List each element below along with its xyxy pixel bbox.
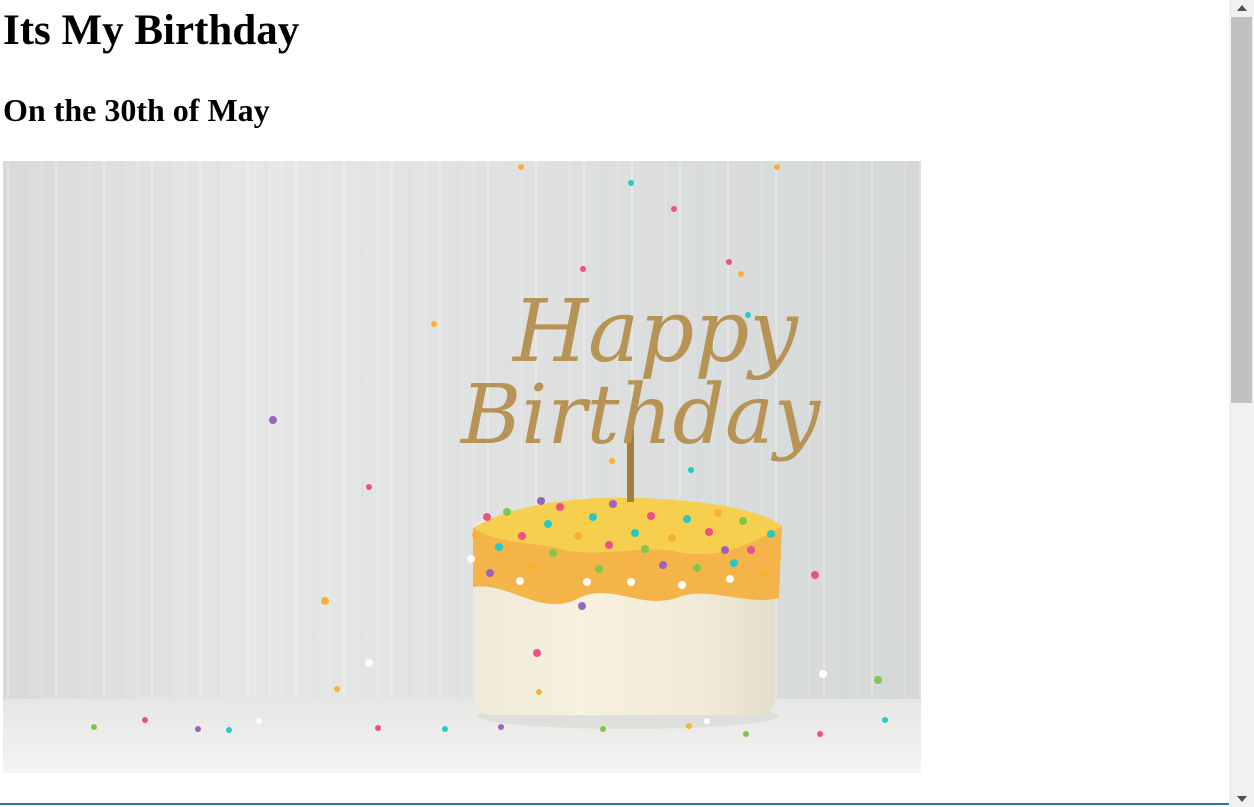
scroll-down-arrow-icon (1237, 796, 1247, 802)
browser-page: Its My Birthday On the 30th of May Happy… (0, 0, 1254, 807)
page-subtitle: On the 30th of May (3, 92, 270, 128)
cake-topper-happy-text: Happy (511, 282, 799, 382)
photo-table (3, 699, 921, 773)
scroll-down-button[interactable] (1229, 790, 1254, 807)
cake-body (473, 497, 782, 729)
scroll-up-arrow-icon (1237, 5, 1247, 11)
birthday-cake-image: Happy Birthday (3, 161, 921, 773)
scroll-up-button[interactable] (1229, 0, 1254, 17)
page-content: Its My Birthday On the 30th of May Happy… (0, 0, 1229, 807)
cake-topper-birthday-text: Birthday (459, 368, 822, 463)
page-title: Its My Birthday (3, 7, 300, 54)
bottom-border-line (0, 803, 1229, 805)
scrollbar-thumb[interactable] (1231, 17, 1252, 403)
vertical-scrollbar[interactable] (1229, 0, 1254, 807)
